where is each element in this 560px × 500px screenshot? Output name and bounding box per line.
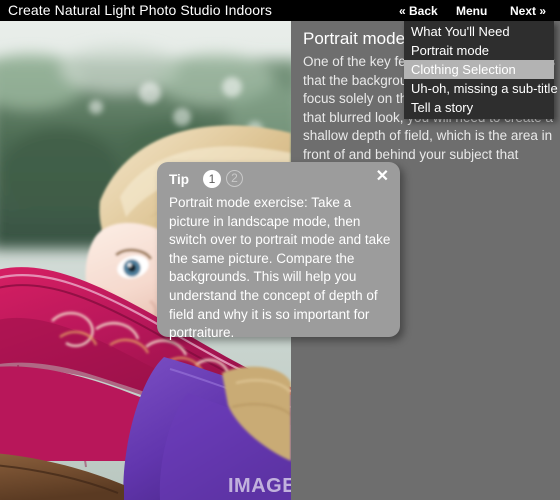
tip-body-text: Portrait mode exercise: Take a picture i… (169, 195, 391, 341)
tip-popup: Tip 1 2 ✕ Portrait mode exercise: Take a… (157, 162, 400, 340)
menu-item-tell-a-story[interactable]: Tell a story (404, 98, 554, 117)
menu-dropdown[interactable]: What You'll Need Portrait mode Clothing … (404, 21, 558, 119)
back-button[interactable]: « Back (399, 4, 438, 18)
menu-button[interactable]: Menu (456, 4, 487, 18)
tip-page-1-button[interactable]: 1 (203, 170, 221, 188)
tip-label: Tip (169, 172, 189, 187)
menu-item-clothing-selection[interactable]: Clothing Selection (404, 60, 554, 79)
menu-item-what-youll-need[interactable]: What You'll Need (404, 22, 554, 41)
title-bar: Create Natural Light Photo Studio Indoor… (0, 0, 560, 21)
tutorial-viewer: IMAGE BA Portrait mode One of the key fe… (0, 0, 560, 500)
menu-item-portrait-mode[interactable]: Portrait mode (404, 41, 554, 60)
page-title: Create Natural Light Photo Studio Indoor… (8, 2, 273, 18)
menu-item-missing-sub-title[interactable]: Uh-oh, missing a sub-title (404, 79, 558, 98)
tip-page-2-button[interactable]: 2 (226, 170, 243, 187)
section-heading: Portrait mode (303, 29, 406, 48)
next-button[interactable]: Next » (510, 4, 546, 18)
close-icon[interactable]: ✕ (376, 169, 389, 185)
